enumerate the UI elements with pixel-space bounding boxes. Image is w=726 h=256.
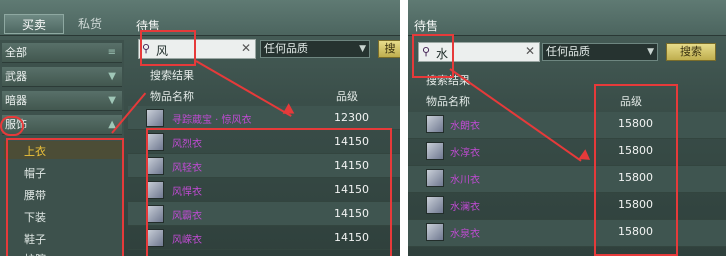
item-name: 水淳衣 xyxy=(450,148,480,159)
quality-select[interactable]: 任何品质 ▼ xyxy=(260,40,370,58)
column-item-name: 物品名称 xyxy=(426,95,470,108)
category-label: 暗器 xyxy=(5,94,27,107)
item-thumbnail xyxy=(426,115,444,133)
top-band xyxy=(408,0,726,36)
table-row[interactable]: 水澜衣 15800 xyxy=(408,193,726,220)
section-label: 待售 xyxy=(414,19,439,33)
list-icon: ≡ xyxy=(107,47,116,58)
right-auction-panel: 待售 ⚲ 水 ✕ 任何品质 ▼ 搜索 搜索结果 物品名称 品级 水朗衣 1580… xyxy=(408,0,726,256)
item-name: 水朗衣 xyxy=(450,121,480,132)
table-row[interactable]: 水川衣 15800 xyxy=(408,166,726,193)
item-thumbnail xyxy=(146,109,164,127)
category-all[interactable]: 全部 ≡ xyxy=(2,43,122,63)
column-grade: 品级 xyxy=(336,90,358,103)
category-label: 武器 xyxy=(5,70,27,83)
table-row[interactable]: 寻踪葳宝 · 惊风衣 12300 xyxy=(128,106,400,130)
clear-icon[interactable]: ✕ xyxy=(241,41,251,55)
annotation-subcategory-box xyxy=(6,138,124,256)
annotation-results-box xyxy=(146,128,392,256)
annotation-grade-column-box xyxy=(594,84,678,256)
item-thumbnail xyxy=(426,196,444,214)
item-name: 寻踪葳宝 · 惊风衣 xyxy=(172,115,252,126)
category-weapon[interactable]: 武器 ▼ xyxy=(2,67,122,87)
chevron-down-icon: ▼ xyxy=(359,44,366,54)
column-item-name: 物品名称 xyxy=(150,90,194,103)
search-button[interactable]: 搜 xyxy=(378,40,400,58)
item-name: 水川衣 xyxy=(450,175,480,186)
item-name: 水澜衣 xyxy=(450,202,480,213)
quality-value: 任何品质 xyxy=(546,45,590,58)
left-auction-panel: 买卖 私货 待售 全部 ≡ 武器 ▼ 暗器 ▼ 服饰 ▲ 上衣 帽子 腰带 下装… xyxy=(0,0,400,256)
annotation-search-box xyxy=(412,34,454,78)
search-button[interactable]: 搜索 xyxy=(666,43,716,61)
tab-buy-sell[interactable]: 买卖 xyxy=(4,14,64,34)
item-thumbnail xyxy=(426,142,444,160)
item-grade: 12300 xyxy=(334,111,369,124)
annotation-search-box xyxy=(140,30,196,66)
chevron-down-icon: ▼ xyxy=(108,95,116,106)
category-hidden-weapon[interactable]: 暗器 ▼ xyxy=(2,91,122,111)
chevron-down-icon: ▼ xyxy=(108,71,116,82)
table-row[interactable]: 水朗衣 15800 xyxy=(408,112,726,139)
results-title: 搜索结果 xyxy=(150,69,194,82)
annotation-apparel-circle xyxy=(0,116,24,136)
clear-icon[interactable]: ✕ xyxy=(525,44,535,58)
item-name: 水泉衣 xyxy=(450,229,480,240)
table-row[interactable]: 水泉衣 15800 xyxy=(408,220,726,247)
tab-private[interactable]: 私货 xyxy=(60,14,120,34)
item-thumbnail xyxy=(426,169,444,187)
category-label: 全部 xyxy=(5,46,27,59)
quality-select[interactable]: 任何品质 ▼ xyxy=(542,43,658,61)
chevron-down-icon: ▼ xyxy=(647,47,654,57)
quality-value: 任何品质 xyxy=(264,42,308,55)
item-thumbnail xyxy=(426,223,444,241)
